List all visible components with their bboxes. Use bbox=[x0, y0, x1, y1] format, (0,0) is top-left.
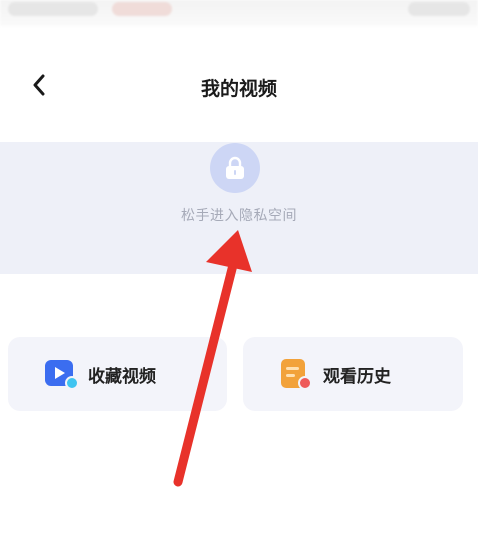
lock-icon bbox=[226, 156, 244, 179]
favorites-label: 收藏视频 bbox=[88, 366, 156, 387]
status-bar bbox=[0, 0, 478, 26]
header: 我的视频 bbox=[0, 58, 478, 118]
history-card[interactable]: 观看历史 bbox=[243, 337, 463, 411]
favorites-card[interactable]: 收藏视频 bbox=[8, 337, 227, 411]
private-space-hint: 松手进入隐私空间 bbox=[181, 208, 297, 224]
play-video-icon bbox=[44, 357, 79, 391]
history-label: 观看历史 bbox=[323, 366, 391, 387]
status-blob-center bbox=[112, 2, 172, 16]
page-title: 我的视频 bbox=[200, 78, 277, 100]
history-note-icon bbox=[279, 357, 313, 391]
private-space-lock-button[interactable] bbox=[210, 143, 260, 193]
status-blob-left bbox=[8, 2, 98, 16]
status-blob-right bbox=[408, 2, 470, 16]
